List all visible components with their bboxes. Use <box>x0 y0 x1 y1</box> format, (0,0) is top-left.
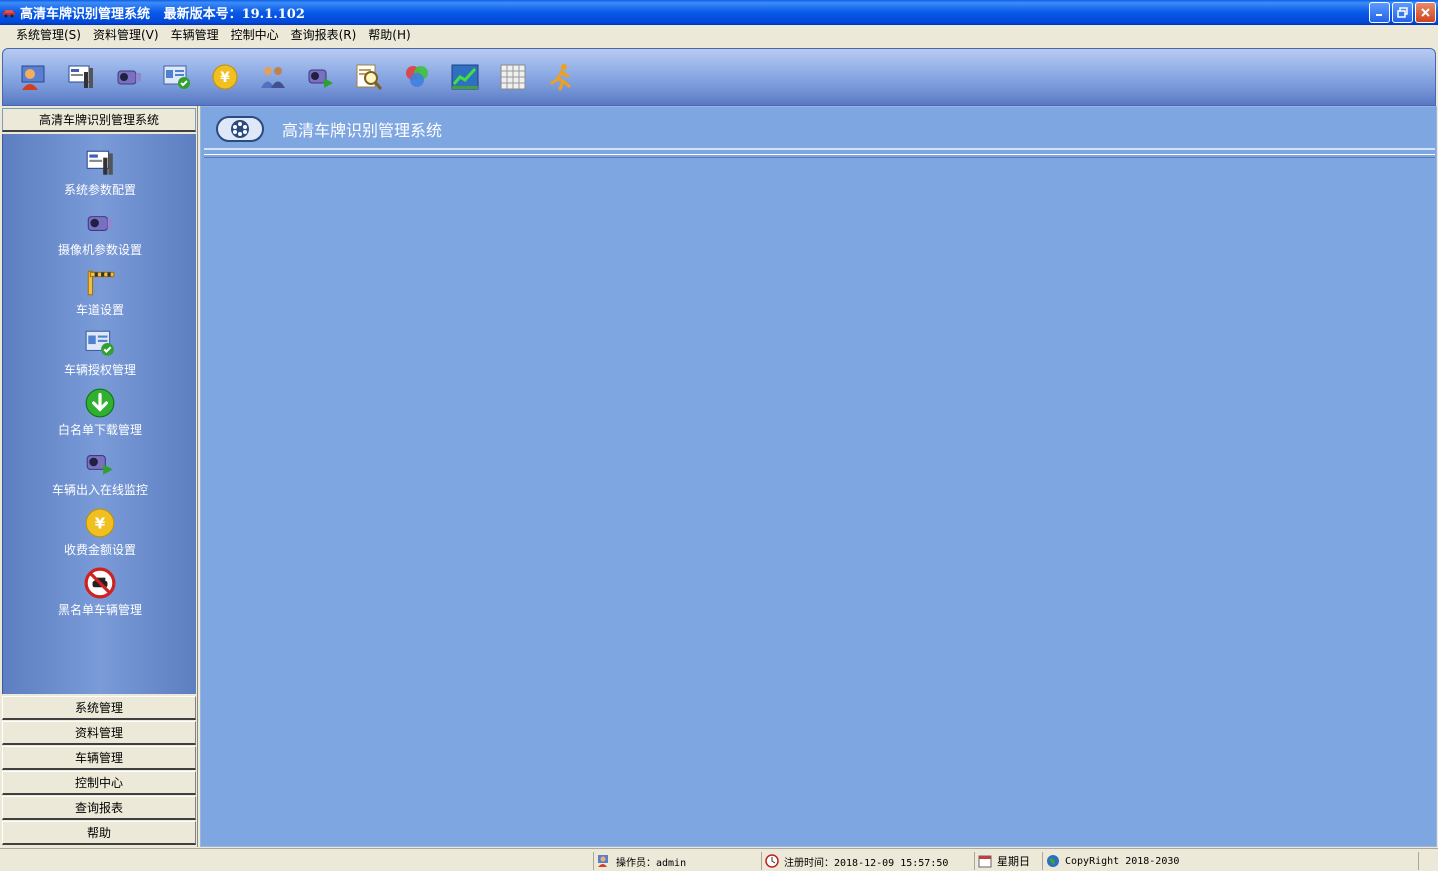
toolbar-monitor-button[interactable] <box>305 61 337 93</box>
page-title: 高清车牌识别管理系统 <box>282 121 443 140</box>
vehicle-auth-icon <box>163 65 190 89</box>
vehicle-auth-icon <box>85 330 114 356</box>
sidebar-item-camera[interactable]: 摄像机参数设置 <box>3 198 197 258</box>
category-data[interactable]: 资料管理 <box>2 721 196 745</box>
user-icon <box>21 65 45 90</box>
user-icon <box>598 855 608 867</box>
chart-icon <box>451 64 479 90</box>
sidebar-item-monitor[interactable]: 车辆出入在线监控 <box>3 438 197 498</box>
sidebar-item-system-config[interactable]: 系统参数配置 <box>3 138 197 198</box>
search-report-icon <box>356 64 383 90</box>
category-help[interactable]: 帮助 <box>2 821 196 845</box>
header-divider <box>204 154 1435 158</box>
svg-text:¥: ¥ <box>95 514 106 532</box>
status-operator: 操作员：admin <box>593 852 761 870</box>
status-copyright: CopyRight 2018-2030 <box>1042 852 1418 870</box>
toolbar-exit-button[interactable] <box>545 61 577 93</box>
main-frame: 高清车牌识别管理系统 <box>200 106 1437 847</box>
grid-icon <box>500 64 526 90</box>
sidebar-item-fee[interactable]: ¥ 收费金额设置 <box>3 498 197 558</box>
barrier-gate-icon <box>87 270 115 296</box>
minimize-button[interactable] <box>1369 2 1390 23</box>
menu-control[interactable]: 控制中心 <box>225 25 285 46</box>
category-vehicle[interactable]: 车辆管理 <box>2 746 196 770</box>
sidebar-item-blacklist[interactable]: 黑名单车辆管理 <box>3 558 197 618</box>
yen-coin-icon: ¥ <box>85 508 115 538</box>
resize-grip[interactable] <box>1418 852 1438 870</box>
sidebar-item-vehicle-auth[interactable]: 车辆授权管理 <box>3 318 197 378</box>
copyright-text: CopyRight 2018-2030 <box>1065 855 1180 867</box>
sidebar-item-lane[interactable]: 车道设置 <box>3 258 197 318</box>
sidebar-item-label: 摄像机参数设置 <box>57 243 142 257</box>
title-bar: 高清车牌识别管理系统 最新版本号：19.1.102 <box>0 0 1438 25</box>
clock-icon <box>765 854 779 868</box>
film-reel-icon <box>216 116 264 142</box>
sidebar-item-label: 黑名单车辆管理 <box>57 603 142 617</box>
globe-icon <box>1047 855 1059 867</box>
sidebar-item-label: 车辆授权管理 <box>63 363 136 377</box>
svg-text:¥: ¥ <box>220 70 230 86</box>
status-login-time: 注册时间：2018-12-09 15:57:50 <box>761 852 974 870</box>
minimize-icon <box>1376 14 1382 16</box>
sidebar-header: 高清车牌识别管理系统 <box>2 108 196 132</box>
system-config-icon <box>86 150 113 175</box>
menu-bar: 系统管理(S) 资料管理(V) 车辆管理 控制中心 查询报表(R) 帮助(H) <box>0 25 1438 46</box>
menu-system[interactable]: 系统管理(S) <box>10 25 87 46</box>
category-control[interactable]: 控制中心 <box>2 771 196 795</box>
menu-vehicle[interactable]: 车辆管理 <box>165 25 225 46</box>
users-icon <box>261 67 285 88</box>
sidebar-item-label: 白名单下载管理 <box>57 423 142 437</box>
toolbar-grid-button[interactable] <box>497 61 529 93</box>
sidebar-item-label: 车道设置 <box>75 303 124 317</box>
sidebar-item-whitelist[interactable]: 白名单下载管理 <box>3 378 197 438</box>
toolbar: ¥ <box>0 46 1438 106</box>
camera-icon <box>87 216 113 231</box>
sidebar-item-label: 收费金额设置 <box>63 543 136 557</box>
system-config-icon <box>68 65 93 88</box>
toolbar-config-button[interactable] <box>65 61 97 93</box>
toolbar-chart-button[interactable] <box>449 61 481 93</box>
close-button[interactable] <box>1415 2 1436 23</box>
calendar-icon <box>978 855 992 868</box>
sidebar: 高清车牌识别管理系统 系统参数配置 摄像机参数设置 车道设置 车辆授权管理 白名… <box>0 106 198 847</box>
color-circles-icon <box>406 66 428 87</box>
restore-icon <box>1397 7 1408 18</box>
toolbar-user-button[interactable] <box>17 61 49 93</box>
runner-exit-icon <box>550 64 571 91</box>
main-header: 高清车牌识别管理系统 <box>204 110 1435 150</box>
toolbar-auth-button[interactable] <box>161 61 193 93</box>
sidebar-body: 系统参数配置 摄像机参数设置 车道设置 车辆授权管理 白名单下载管理 车辆出入在… <box>2 134 196 694</box>
download-arrow-icon <box>85 388 115 418</box>
sidebar-item-label: 车辆出入在线监控 <box>51 483 148 497</box>
operator-text: 操作员：admin <box>616 857 687 869</box>
main-content <box>204 159 1435 845</box>
main-area: 高清车牌识别管理系统 <box>199 106 1438 847</box>
login-time-text: 注册时间：2018-12-09 15:57:50 <box>784 857 949 869</box>
monitor-camera-icon <box>308 69 333 88</box>
status-weekday: 星期日 <box>974 852 1042 870</box>
toolbar-camera-button[interactable] <box>113 61 145 93</box>
sidebar-item-label: 系统参数配置 <box>63 183 136 197</box>
no-car-icon <box>84 567 116 599</box>
menu-help[interactable]: 帮助(H) <box>362 25 416 46</box>
yen-coin-icon: ¥ <box>212 64 238 90</box>
monitor-camera-icon <box>86 455 113 475</box>
category-system[interactable]: 系统管理 <box>2 696 196 720</box>
restore-button[interactable] <box>1392 2 1413 23</box>
category-report[interactable]: 查询报表 <box>2 796 196 820</box>
toolbar-stats-button[interactable] <box>401 61 433 93</box>
close-icon <box>1421 8 1430 17</box>
window-title: 高清车牌识别管理系统 最新版本号：19.1.102 <box>20 7 305 22</box>
toolbar-users-button[interactable] <box>257 61 289 93</box>
status-bar: 操作员：admin 注册时间：2018-12-09 15:57:50 星期日 C… <box>0 848 1438 871</box>
menu-report[interactable]: 查询报表(R) <box>285 25 363 46</box>
menu-data[interactable]: 资料管理(V) <box>87 25 165 46</box>
toolbar-fee-button[interactable]: ¥ <box>209 61 241 93</box>
app-icon <box>3 9 15 17</box>
toolbar-search-button[interactable] <box>353 61 385 93</box>
camera-icon <box>117 70 141 85</box>
weekday-text: 星期日 <box>997 855 1030 868</box>
